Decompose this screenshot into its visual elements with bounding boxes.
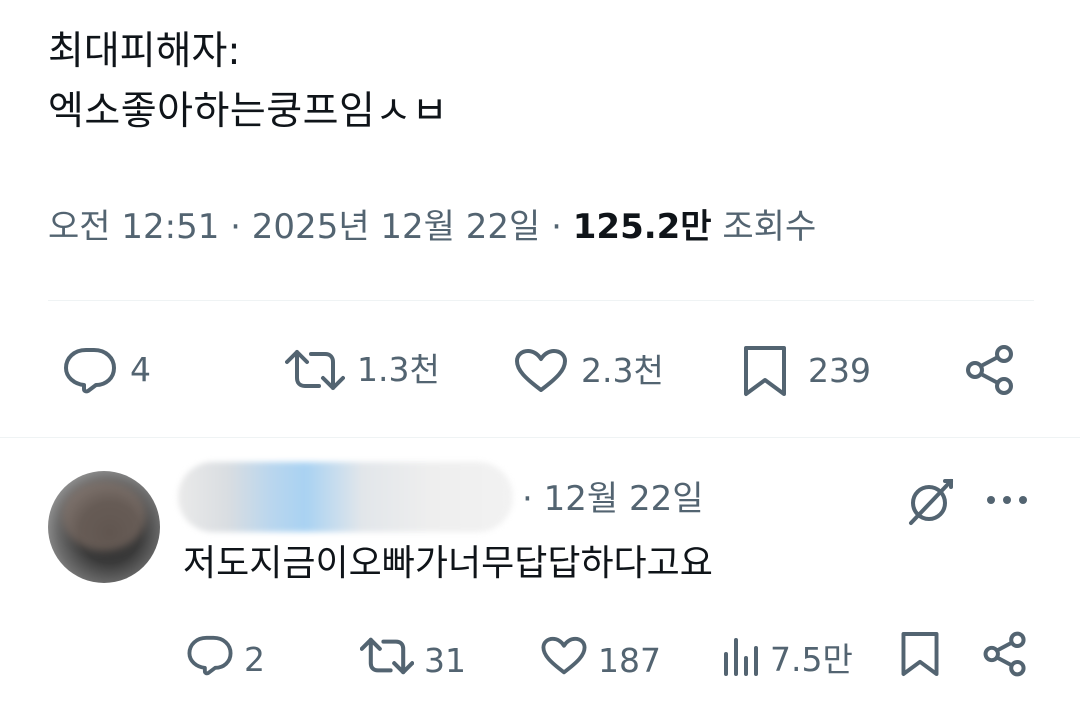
- reply-like-count: 187: [598, 640, 661, 680]
- bookmark-count: 239: [808, 351, 871, 390]
- bookmark-button[interactable]: 239: [742, 344, 871, 398]
- tweet-text-line-2: 엑소좋아하는쿵프임ㅅㅂ: [48, 89, 449, 134]
- tweet-meta: 오전 12:51 · 2025년 12월 22일 · 125.2만 조회수: [48, 204, 816, 250]
- tweet-time[interactable]: 오전 12:51: [48, 207, 219, 247]
- reply-retweet-count: 31: [424, 640, 466, 680]
- reply-bookmark-button[interactable]: [900, 630, 940, 687]
- reply-views-count: 7.5만: [770, 639, 853, 679]
- comment-bubble-icon: [186, 634, 234, 685]
- share-icon: [964, 343, 1016, 397]
- reply-text: 저도지금이오빠가너무답답하다고요: [183, 543, 713, 584]
- like-button[interactable]: 2.3천: [513, 348, 664, 394]
- reply-author-avatar[interactable]: [48, 471, 160, 583]
- divider: [0, 437, 1080, 438]
- retweet-icon: [359, 636, 415, 685]
- grok-icon[interactable]: [905, 475, 957, 531]
- reply-share-button[interactable]: [982, 630, 1028, 687]
- heart-icon: [513, 348, 569, 394]
- share-button[interactable]: [964, 343, 1016, 397]
- retweet-count: 1.3천: [357, 350, 440, 389]
- comment-bubble-icon: [62, 346, 118, 394]
- tweet-date[interactable]: 2025년 12월 22일: [252, 207, 541, 247]
- meta-separator: ·: [551, 207, 562, 247]
- reply-like-button[interactable]: 187: [540, 636, 661, 685]
- meta-separator: ·: [230, 207, 241, 247]
- bookmark-icon: [742, 344, 788, 398]
- reply-count: 4: [130, 350, 151, 389]
- retweet-button[interactable]: 1.3천: [285, 348, 440, 392]
- reply-button[interactable]: 4: [62, 346, 151, 394]
- views-count: 125.2만: [572, 207, 712, 247]
- tweet-text-line-1: 최대피해자:: [48, 29, 241, 74]
- reply-reply-count: 2: [244, 639, 265, 679]
- share-icon: [982, 630, 1028, 687]
- reply-retweet-button[interactable]: 31: [359, 636, 466, 685]
- like-count: 2.3천: [581, 351, 664, 390]
- reply-reply-button[interactable]: 2: [186, 634, 265, 685]
- analytics-bars-icon: [722, 634, 760, 685]
- heart-icon: [540, 636, 588, 685]
- bookmark-icon: [900, 630, 940, 687]
- divider: [48, 300, 1034, 301]
- views-label: 조회수: [722, 207, 817, 247]
- reply-date[interactable]: · 12월 22일: [522, 476, 704, 522]
- reply-views-button[interactable]: 7.5만: [722, 634, 853, 685]
- retweet-icon: [285, 348, 345, 392]
- more-dots-icon[interactable]: [985, 488, 1029, 516]
- reply-author-name-blurred[interactable]: [178, 462, 513, 532]
